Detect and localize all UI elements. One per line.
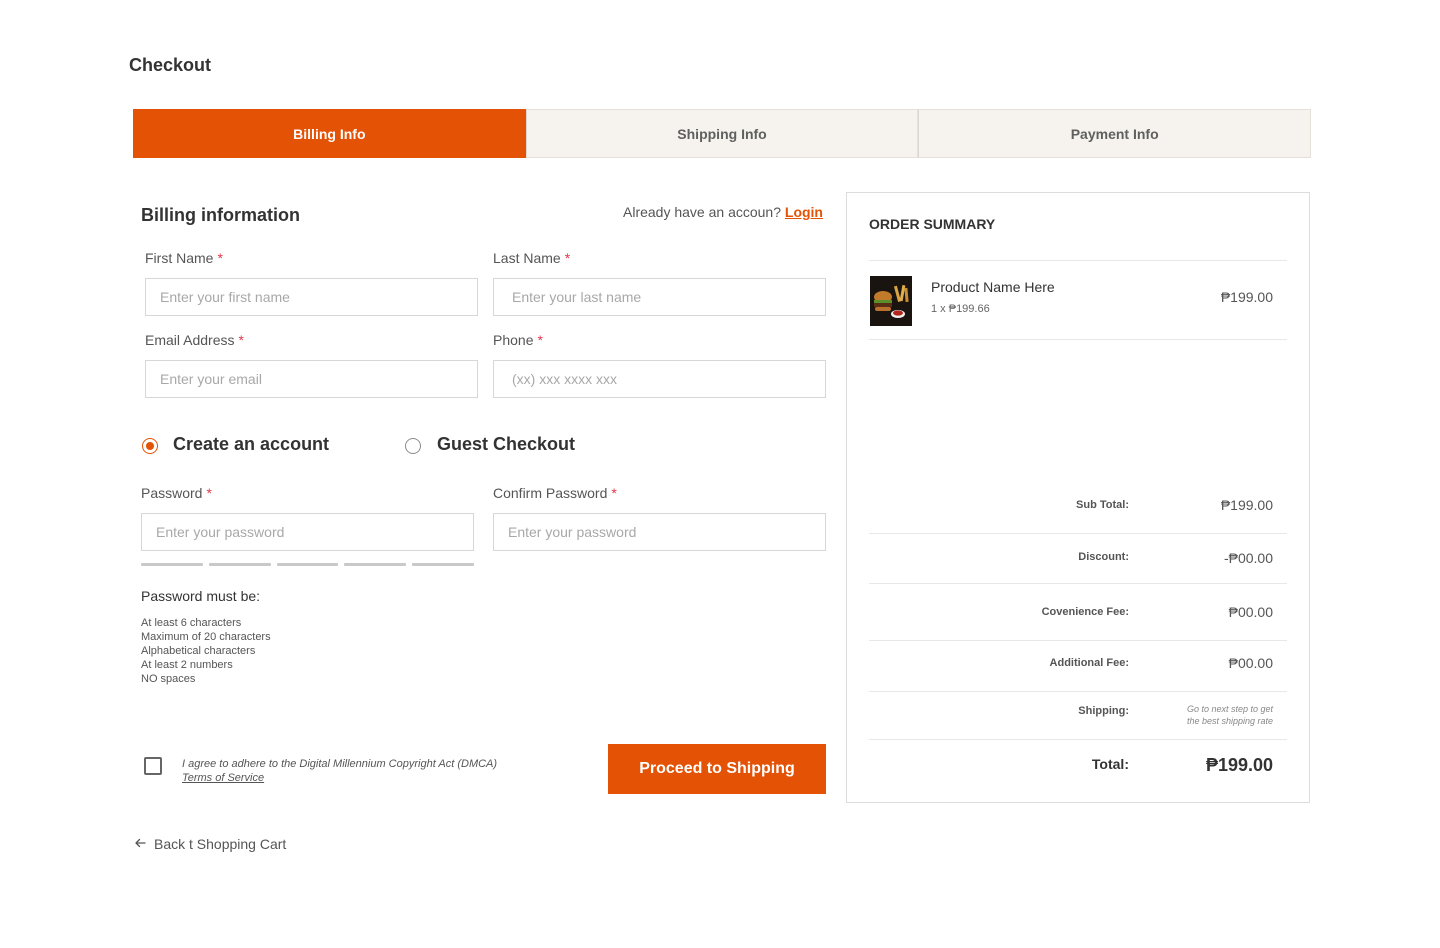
confirm-password-label: Confirm Password * [493, 485, 617, 501]
back-to-cart-link[interactable]: Back t Shopping Cart [134, 836, 286, 852]
order-summary-title: ORDER SUMMARY [869, 216, 996, 232]
strength-segment [276, 563, 339, 566]
agreement-text: I agree to adhere to the Digital Millenn… [182, 757, 497, 785]
additional-fee-value: ₱00.00 [1228, 655, 1273, 671]
tab-payment-info[interactable]: Payment Info [918, 109, 1312, 158]
strength-segment [208, 563, 271, 566]
additional-fee-label: Additional Fee: [1049, 657, 1129, 669]
back-to-cart-label: Back t Shopping Cart [154, 836, 287, 852]
burger-thumbnail-icon [870, 276, 912, 326]
product-name: Product Name Here [931, 279, 1055, 295]
agreement-checkbox[interactable] [144, 757, 162, 775]
shipping-note-line: the best shipping rate [1186, 716, 1273, 726]
password-rule: Maximum of 20 characters [141, 631, 271, 643]
password-strength-meter [141, 563, 474, 566]
convenience-fee-value: ₱00.00 [1228, 604, 1273, 620]
password-rule: At least 6 characters [141, 617, 242, 629]
email-label: Email Address * [145, 332, 244, 348]
password-rule: Alphabetical characters [141, 645, 256, 657]
password-rule: NO spaces [141, 673, 196, 685]
tab-shipping-info[interactable]: Shipping Info [525, 109, 919, 158]
subtotal-value: ₱199.00 [1220, 497, 1273, 513]
subtotal-label: Sub Total: [1076, 499, 1129, 511]
divider [869, 739, 1287, 740]
required-marker: * [611, 485, 617, 501]
guest-checkout-label[interactable]: Guest Checkout [437, 434, 575, 455]
shipping-note-line: Go to next step to get [1186, 704, 1273, 714]
convenience-fee-label: Covenience Fee: [1041, 606, 1129, 618]
phone-input[interactable] [493, 360, 826, 398]
required-marker: * [206, 485, 212, 501]
billing-section-title: Billing information [141, 205, 300, 225]
product-thumbnail [870, 276, 912, 326]
password-label-text: Password [141, 485, 203, 501]
account-prompt: Already have an accoun? Login [623, 204, 823, 220]
terms-of-service-link[interactable]: Terms of Service [182, 771, 497, 785]
first-name-input[interactable] [145, 278, 478, 316]
create-account-label[interactable]: Create an account [173, 434, 329, 455]
strength-segment [412, 563, 474, 566]
radio-dot [146, 442, 154, 450]
email-input[interactable] [145, 360, 478, 398]
phone-label-text: Phone [493, 332, 534, 348]
divider [869, 339, 1287, 340]
page-title: Checkout [129, 55, 212, 75]
confirm-password-label-text: Confirm Password [493, 485, 608, 501]
create-account-radio[interactable] [142, 438, 158, 454]
required-marker: * [537, 332, 543, 348]
total-label: Total: [1091, 756, 1129, 772]
checkout-steps: Billing Info Shipping Info Payment Info [133, 109, 1312, 158]
confirm-password-input[interactable] [493, 513, 826, 551]
discount-label: Discount: [1078, 551, 1129, 563]
divider [869, 691, 1287, 692]
strength-segment [141, 563, 203, 566]
password-input[interactable] [141, 513, 474, 551]
shipping-label: Shipping: [1078, 705, 1129, 717]
last-name-label: Last Name * [493, 250, 570, 266]
required-marker: * [564, 250, 571, 266]
password-rules-list: At least 6 characters Maximum of 20 char… [141, 616, 271, 686]
login-link[interactable]: Login [785, 204, 823, 220]
strength-segment [344, 563, 407, 566]
phone-label: Phone * [493, 332, 543, 348]
product-price: ₱199.00 [1220, 289, 1273, 305]
divider [869, 533, 1287, 534]
total-value: ₱199.00 [1205, 755, 1273, 775]
divider [869, 260, 1287, 261]
first-name-label-text: First Name [145, 250, 214, 266]
shipping-note: Go to next step to get the best shipping… [1163, 703, 1273, 727]
account-prompt-text: Already have an accoun? [623, 204, 781, 220]
guest-checkout-radio[interactable] [405, 438, 421, 454]
agreement-statement: I agree to adhere to the Digital Millenn… [182, 758, 498, 770]
required-marker: * [217, 250, 223, 266]
discount-value: -₱00.00 [1223, 550, 1273, 566]
email-label-text: Email Address [145, 332, 235, 348]
divider [869, 640, 1287, 641]
password-label: Password * [141, 485, 212, 501]
arrow-left-icon [134, 836, 146, 852]
tab-billing-info[interactable]: Billing Info [133, 109, 526, 158]
password-rule: At least 2 numbers [141, 659, 233, 671]
last-name-label-text: Last Name [493, 250, 561, 266]
divider [869, 583, 1287, 584]
last-name-input[interactable] [493, 278, 826, 316]
proceed-to-shipping-button[interactable]: Proceed to Shipping [608, 744, 826, 794]
first-name-label: First Name * [145, 250, 223, 266]
password-rules-title: Password must be: [141, 588, 261, 604]
product-quantity-price: 1 x ₱199.66 [931, 303, 990, 315]
required-marker: * [238, 332, 244, 348]
